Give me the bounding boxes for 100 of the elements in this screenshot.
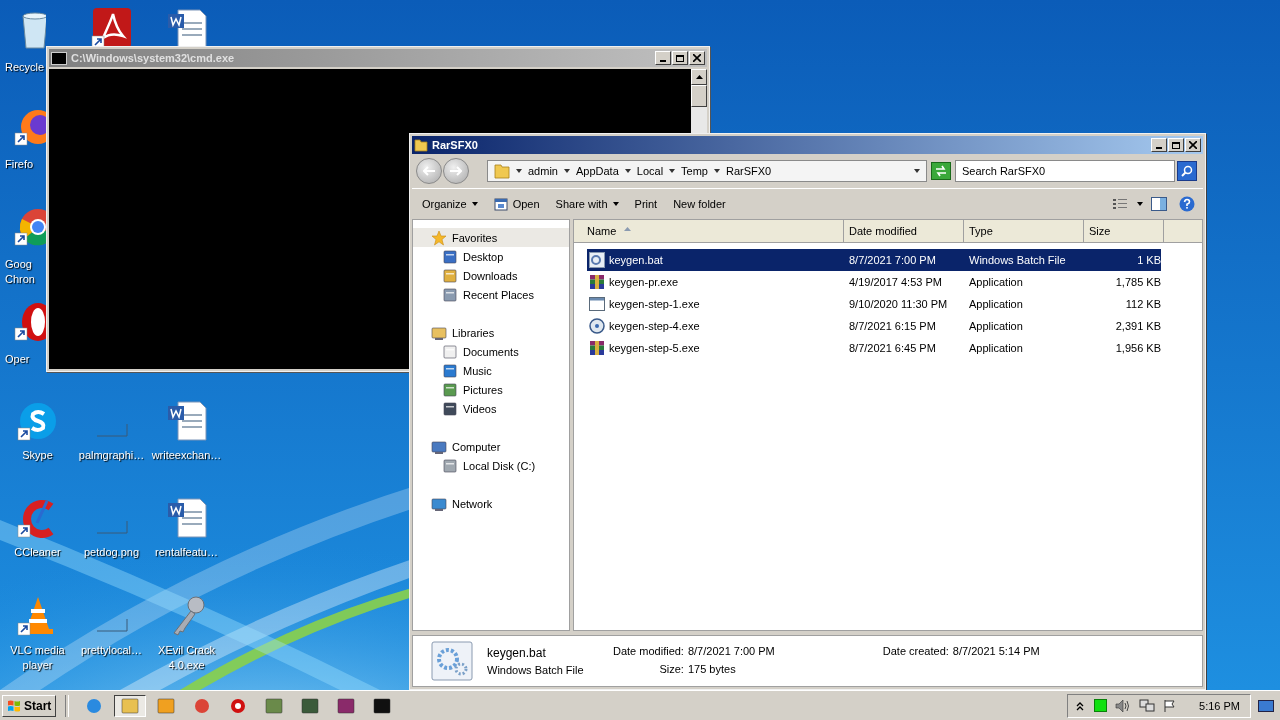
scroll-thumb[interactable] bbox=[691, 85, 707, 107]
breadcrumb-item[interactable]: admin bbox=[528, 165, 558, 177]
start-button[interactable]: Start bbox=[2, 694, 57, 717]
detail-value: 8/7/2021 5:14 PM bbox=[952, 645, 1040, 657]
network-icon[interactable] bbox=[1139, 698, 1156, 713]
start-logo-icon bbox=[7, 698, 21, 713]
type-cell-text: Application bbox=[968, 320, 1024, 332]
type-cell-text: Windows Batch File bbox=[968, 254, 1067, 266]
nav-item[interactable]: Music bbox=[413, 361, 569, 380]
volume-icon[interactable] bbox=[1115, 698, 1132, 713]
app-icon bbox=[85, 697, 104, 714]
date-cell-text: 8/7/2021 7:00 PM bbox=[848, 254, 937, 266]
chevron-icon[interactable] bbox=[563, 169, 570, 173]
toolbar-button[interactable]: Print bbox=[628, 195, 664, 213]
date-cell-text: 9/10/2020 11:30 PM bbox=[848, 298, 949, 310]
date-cell-text: 8/7/2021 6:45 PM bbox=[848, 342, 937, 354]
nav-item[interactable]: Videos bbox=[413, 399, 569, 418]
maximize-button[interactable] bbox=[672, 51, 688, 65]
scroll-up-button[interactable] bbox=[691, 69, 707, 85]
app-icon bbox=[121, 697, 140, 714]
icon-label: writeexchan… bbox=[151, 448, 222, 463]
nav-item[interactable]: Pictures bbox=[413, 380, 569, 399]
refresh-icon bbox=[934, 165, 948, 177]
breadcrumb-item[interactable]: AppData bbox=[575, 165, 619, 177]
console-icon bbox=[51, 51, 67, 65]
nav-item[interactable]: Network bbox=[413, 494, 569, 513]
toolbar-button[interactable]: New folder bbox=[667, 195, 732, 213]
detail-label: Date created: bbox=[882, 645, 949, 657]
breadcrumb-item[interactable]: Temp bbox=[681, 165, 708, 177]
star-icon bbox=[431, 229, 447, 246]
search-field[interactable]: Search RarSFX0 bbox=[955, 160, 1175, 182]
file-icon bbox=[589, 252, 605, 268]
size-cell-text: 1 KB bbox=[1136, 254, 1161, 266]
forward-button[interactable] bbox=[443, 158, 469, 184]
folder-icon bbox=[442, 248, 458, 265]
breadcrumb-item[interactable]: Local bbox=[636, 165, 664, 177]
nav-item[interactable]: Recent Places bbox=[413, 285, 569, 304]
file-row[interactable]: keygen.bat 8/7/2021 7:00 PM Windows Batch File 1 KB bbox=[587, 249, 1161, 271]
toolbar-button[interactable]: Open bbox=[487, 194, 546, 214]
maximize-button[interactable] bbox=[1168, 138, 1184, 152]
breadcrumb-item[interactable]: RarSFX0 bbox=[726, 165, 772, 177]
toolbar-button[interactable]: Share with bbox=[549, 195, 625, 213]
window-icon bbox=[493, 197, 508, 211]
chevron-icon[interactable] bbox=[624, 169, 631, 173]
clock[interactable]: 5:16 PM bbox=[1199, 699, 1240, 712]
file-name: keygen-step-4.exe bbox=[609, 320, 700, 332]
minimize-button[interactable] bbox=[1151, 138, 1167, 152]
chevron-icon[interactable] bbox=[669, 169, 676, 173]
folder-icon bbox=[431, 324, 447, 341]
chevron-icon[interactable] bbox=[516, 169, 522, 173]
nav-item[interactable]: Favorites bbox=[413, 228, 569, 247]
column-header[interactable]: Date modified bbox=[844, 220, 964, 242]
column-header[interactable]: Name bbox=[574, 220, 844, 242]
app-icon bbox=[301, 697, 320, 714]
address-bar[interactable]: admin AppData Local Temp RarSFX0 bbox=[487, 160, 927, 182]
toolbar-button[interactable]: Organize bbox=[416, 195, 484, 213]
minimize-button[interactable] bbox=[655, 51, 671, 65]
nav-item[interactable]: Desktop bbox=[413, 247, 569, 266]
close-button[interactable] bbox=[1185, 138, 1201, 152]
folder-icon bbox=[442, 381, 458, 398]
detail-value: 175 bytes bbox=[687, 663, 737, 675]
document-icon[interactable] bbox=[165, 400, 208, 442]
file-row[interactable]: keygen-pr.exe 4/19/2017 4:53 PM Application 1,785 KB bbox=[587, 271, 1161, 293]
nav-item[interactable]: Downloads bbox=[413, 266, 569, 285]
file-type: Windows Batch File bbox=[487, 664, 585, 676]
detail-label: Date modified: bbox=[613, 645, 684, 657]
close-icon bbox=[1189, 141, 1197, 149]
taskbar-button[interactable] bbox=[114, 694, 147, 717]
chevron-icon[interactable] bbox=[714, 169, 720, 173]
document-icon[interactable] bbox=[165, 497, 208, 539]
folder-icon bbox=[442, 343, 458, 360]
app-icon bbox=[265, 697, 284, 714]
size-cell-text: 2,391 KB bbox=[1114, 320, 1161, 332]
size-cell-text: 1,956 KB bbox=[1114, 342, 1161, 354]
up-arrow-icon bbox=[695, 75, 703, 79]
nav-item[interactable]: Local Disk (C:) bbox=[413, 456, 569, 475]
file-row[interactable]: keygen-step-4.exe 8/7/2021 6:15 PM Application 2,391 KB bbox=[587, 315, 1161, 337]
column-header[interactable]: Type bbox=[964, 220, 1084, 242]
search-button[interactable] bbox=[1177, 161, 1197, 181]
dropdown-icon[interactable] bbox=[1137, 202, 1143, 206]
close-button[interactable] bbox=[689, 51, 705, 65]
file-row[interactable]: keygen-step-5.exe 8/7/2021 6:45 PM Application 1,956 KB bbox=[587, 337, 1161, 359]
nav-item[interactable]: Computer bbox=[413, 437, 569, 456]
file-icon bbox=[589, 318, 605, 334]
column-header[interactable]: Size bbox=[1084, 220, 1164, 242]
nav-item[interactable]: Libraries bbox=[413, 323, 569, 342]
dropdown-icon[interactable] bbox=[914, 169, 920, 173]
folder-icon bbox=[414, 138, 428, 152]
caret-icon bbox=[612, 202, 619, 206]
file-row[interactable]: keygen-step-1.exe 9/10/2020 11:30 PM Application 112 KB bbox=[587, 293, 1161, 315]
icon-label: XEvil Crack 4.0.exe bbox=[157, 643, 216, 673]
file-name: keygen-step-1.exe bbox=[609, 298, 700, 310]
icon-label: Skype bbox=[22, 448, 53, 463]
status-square-icon[interactable] bbox=[1094, 699, 1108, 712]
app-icon[interactable] bbox=[16, 400, 59, 442]
flag-icon[interactable] bbox=[1163, 698, 1178, 713]
refresh-button[interactable] bbox=[931, 162, 951, 180]
back-button[interactable] bbox=[416, 158, 442, 184]
nav-item[interactable]: Documents bbox=[413, 342, 569, 361]
chevron-icon bbox=[1076, 700, 1085, 711]
